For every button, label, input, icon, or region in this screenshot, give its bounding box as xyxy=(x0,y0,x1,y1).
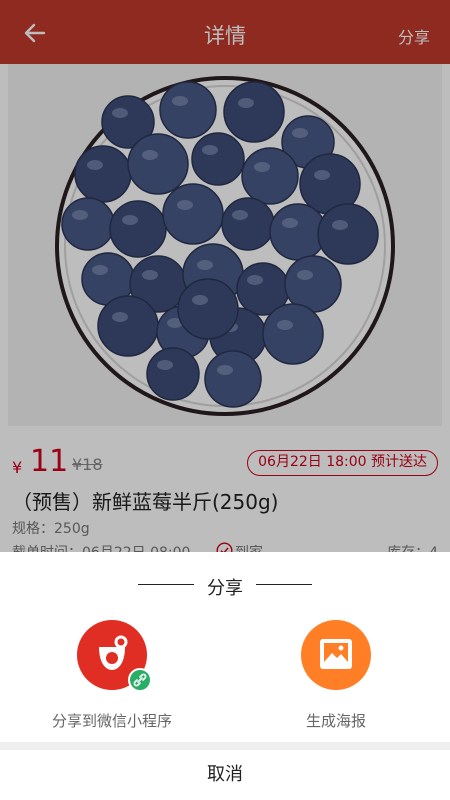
sheet-divider xyxy=(0,742,450,750)
share-sheet-header: 分享 xyxy=(0,570,450,600)
title-divider-right xyxy=(256,584,312,585)
miniprogram-link-badge-icon xyxy=(128,668,152,692)
share-wechat-miniprogram-option[interactable]: 分享到微信小程序 xyxy=(27,620,197,730)
generate-poster-option[interactable]: 生成海报 xyxy=(251,620,421,730)
share-wechat-miniprogram-label: 分享到微信小程序 xyxy=(51,712,172,730)
cancel-button[interactable]: 取消 xyxy=(0,750,450,800)
generate-poster-label: 生成海报 xyxy=(305,712,366,730)
share-sheet-title: 分享 xyxy=(207,578,243,599)
poster-image-icon xyxy=(301,620,371,690)
share-sheet: 分享 分享到微信小程序 生成海报 取消 xyxy=(0,552,450,800)
